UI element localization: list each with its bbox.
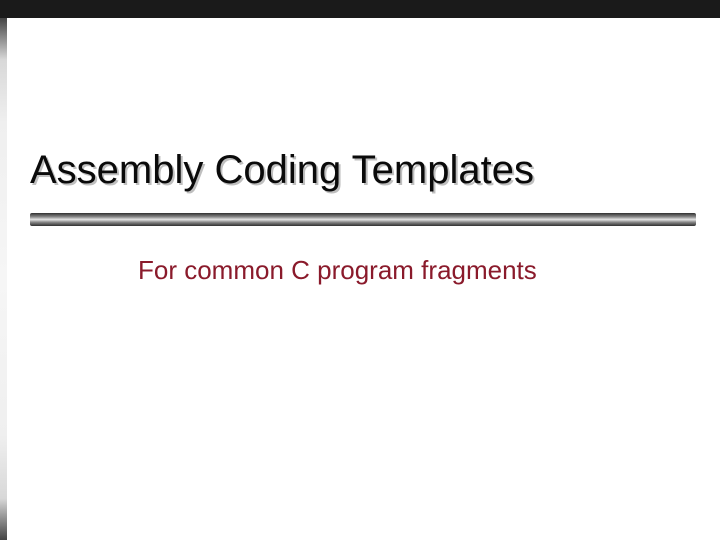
horizontal-divider: [30, 213, 696, 226]
left-vertical-bar: [0, 18, 7, 540]
top-band: [0, 0, 720, 18]
slide-title: Assembly Coding Templates: [30, 148, 534, 193]
slide-subtitle: For common C program fragments: [138, 255, 537, 286]
